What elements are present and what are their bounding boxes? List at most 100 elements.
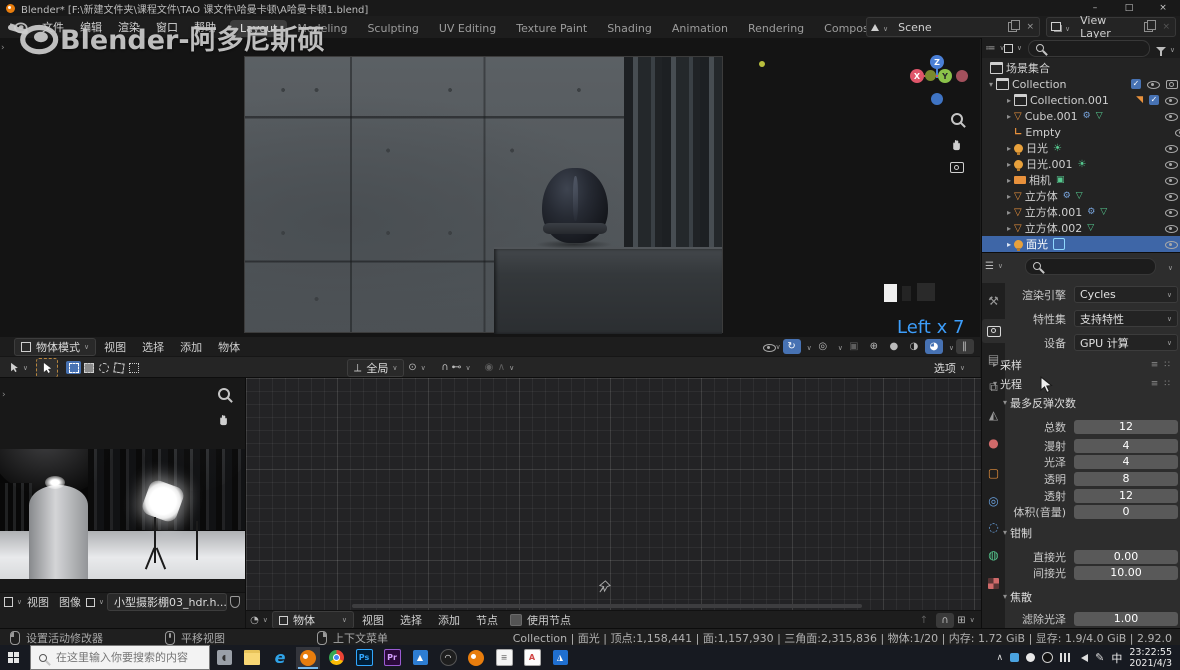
image-menu-image[interactable]: 图像 <box>54 594 86 610</box>
expand-icon[interactable] <box>1004 144 1014 153</box>
snap-with-dropdown[interactable]: ⊷ <box>452 360 470 375</box>
tray-volume-icon[interactable] <box>1077 654 1088 662</box>
shading-material-icon[interactable]: ◑ <box>905 339 923 354</box>
diffuse-bounces-slider[interactable]: 4 <box>1074 439 1178 453</box>
feature-set-dropdown[interactable]: 支持特性 <box>1074 310 1178 327</box>
shader-node-editor[interactable] <box>245 377 981 611</box>
node-menu-add[interactable]: 添加 <box>430 612 468 628</box>
presets-icon[interactable]: ≡ <box>1151 379 1159 389</box>
node-editor-h-scrollbar[interactable] <box>352 604 862 608</box>
extras-icon[interactable]: ∷ <box>1164 379 1170 389</box>
transparency-bounces-slider[interactable]: 8 <box>1074 472 1178 486</box>
expand-icon[interactable] <box>1004 224 1014 233</box>
node-menu-view[interactable]: 视图 <box>354 612 392 628</box>
fake-user-shield-icon[interactable] <box>230 596 240 608</box>
overlays-dropdown[interactable] <box>834 340 843 353</box>
gizmo-minus-y-axis[interactable] <box>925 70 936 81</box>
tab-constraints-icon[interactable]: ◎ <box>982 489 1005 513</box>
outliner-search-input[interactable] <box>1028 40 1150 57</box>
scene-icon[interactable] <box>867 20 892 34</box>
gizmos-toggle-icon[interactable]: ↻ <box>783 339 801 354</box>
outliner-display-mode-icon[interactable] <box>1004 41 1022 56</box>
gizmo-minus-z-axis[interactable] <box>931 93 943 105</box>
sidebar-expand-icon[interactable]: › <box>2 390 6 400</box>
gizmo-minus-x-axis[interactable] <box>956 70 968 82</box>
menu-file[interactable]: 文件 <box>34 19 72 35</box>
clamp-indirect-slider[interactable]: 10.00 <box>1074 566 1178 580</box>
collapse-icon[interactable] <box>1000 398 1010 407</box>
tab-animation[interactable]: Animation <box>662 20 738 37</box>
gizmos-dropdown[interactable] <box>803 340 812 353</box>
shading-solid-icon[interactable]: ● <box>885 339 903 354</box>
new-view-layer-icon[interactable] <box>1144 22 1153 32</box>
taskbar-app-obs[interactable]: ◠ <box>436 647 460 669</box>
node-menu-node[interactable]: 节点 <box>468 612 506 628</box>
taskbar-app-premiere[interactable]: Pr <box>380 647 404 669</box>
light-paths-section[interactable]: 光程 ≡∷ <box>990 376 1174 391</box>
tray-expand-icon[interactable]: ∧ <box>997 653 1004 663</box>
outliner-row-scene-collection[interactable]: 场景集合 <box>982 60 1180 76</box>
outliner-row-empty[interactable]: ∟ Empty <box>982 124 1180 140</box>
select-mode-circle-icon[interactable] <box>96 361 111 374</box>
select-tool-button[interactable] <box>36 358 58 378</box>
node-overlay-dropdown[interactable]: ⊞ <box>957 613 975 628</box>
shading-rendered-icon[interactable]: ◕ <box>925 339 943 354</box>
render-engine-dropdown[interactable]: Cycles <box>1074 286 1178 303</box>
collapse-icon[interactable] <box>986 80 996 89</box>
scene-name[interactable]: Scene <box>892 21 1008 34</box>
hide-eye-icon[interactable] <box>1165 111 1178 121</box>
hide-eye-icon[interactable] <box>1175 127 1180 137</box>
close-button[interactable]: × <box>1146 0 1180 16</box>
taskbar-app-blue[interactable]: ▲ <box>408 647 432 669</box>
visibility-dropdown-icon[interactable] <box>763 339 781 354</box>
viewport-menu-select[interactable]: 选择 <box>134 339 172 355</box>
expand-icon[interactable] <box>1004 160 1014 169</box>
editor-type-properties-icon[interactable]: ☰ <box>985 259 1003 274</box>
filter-glossy-slider[interactable]: 1.00 <box>1074 612 1178 626</box>
tab-sculpting[interactable]: Sculpting <box>357 20 428 37</box>
outliner-row-collection[interactable]: Collection <box>982 76 1180 92</box>
outliner-row-cube001[interactable]: ▽ Cube.001 ⚙ ▽ <box>982 108 1180 124</box>
taskbar-app-chrome[interactable] <box>324 647 348 669</box>
tab-tool-icon[interactable]: ⚒ <box>982 289 1005 313</box>
taskbar-app-photoshop[interactable]: Ps <box>352 647 376 669</box>
mode-dropdown[interactable]: 物体模式 <box>14 338 96 356</box>
orientation-dropdown[interactable]: ⟂ 全局 <box>347 359 404 377</box>
start-button[interactable] <box>4 647 28 669</box>
tab-rendering[interactable]: Rendering <box>738 20 814 37</box>
collapse-icon[interactable] <box>1000 528 1010 537</box>
editor-type-outliner-icon[interactable]: ≔ <box>986 41 1004 56</box>
tab-object-icon[interactable]: ▢ <box>982 461 1005 485</box>
clamp-direct-slider[interactable]: 0.00 <box>1074 550 1178 564</box>
viewport-menu-view[interactable]: 视图 <box>96 339 134 355</box>
collection-checkbox[interactable] <box>1149 95 1159 105</box>
select-mode-box-icon[interactable] <box>81 361 96 374</box>
options-dropdown[interactable]: 选项 <box>927 359 972 377</box>
outliner-row-cube-cn[interactable]: ▽ 立方体 ⚙ ▽ <box>982 188 1180 204</box>
caustics-subsection[interactable]: 焦散 <box>1000 589 1180 604</box>
node-snap-magnet-icon[interactable]: ∩ <box>936 613 954 628</box>
outliner-row-sun001[interactable]: 日光.001 ☀ <box>982 156 1180 172</box>
tray-pen-icon[interactable]: ✎ <box>1095 651 1104 664</box>
collapse-icon[interactable] <box>990 379 1000 388</box>
hide-eye-icon[interactable] <box>1165 159 1178 169</box>
taskbar-app-cortana[interactable]: ◖ <box>212 647 236 669</box>
overlays-toggle-icon[interactable]: ◎ <box>814 339 832 354</box>
tab-object-data-icon[interactable]: ◍ <box>982 543 1005 567</box>
select-mode-tweak-icon[interactable] <box>66 361 81 374</box>
menu-help[interactable]: 帮助 <box>186 19 224 35</box>
transmission-bounces-slider[interactable]: 12 <box>1074 489 1178 503</box>
zoom-icon[interactable] <box>951 113 963 128</box>
tray-app-icon[interactable] <box>1010 653 1019 662</box>
expand-icon[interactable] <box>990 360 1000 369</box>
tray-qq-icon[interactable] <box>1042 652 1053 663</box>
outliner[interactable]: ≔ 场景集合 Collection Collection.001 ◥ ▽ Cub… <box>981 38 1180 252</box>
unlink-scene-icon[interactable]: × <box>1021 22 1039 32</box>
image-editor[interactable]: › 视图 图像 小型摄影棚03_hdr.h... <box>0 377 245 611</box>
editor-type-image-icon[interactable] <box>4 595 22 610</box>
toolbar-expand-icon[interactable]: › <box>1 43 5 53</box>
node-menu-select[interactable]: 选择 <box>392 612 430 628</box>
outliner-row-cube-cn001[interactable]: ▽ 立方体.001 ⚙ ▽ <box>982 204 1180 220</box>
expand-icon[interactable] <box>1004 240 1014 249</box>
tab-texture-paint[interactable]: Texture Paint <box>506 20 597 37</box>
